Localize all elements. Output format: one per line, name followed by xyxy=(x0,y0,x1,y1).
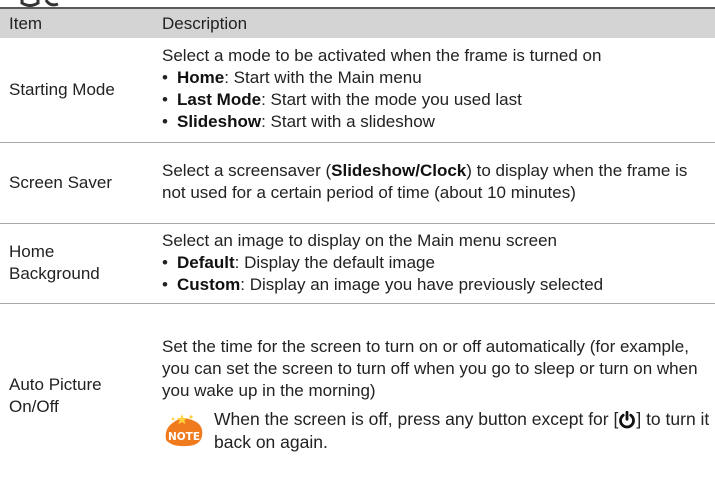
item-cell: Screen Saver xyxy=(0,142,152,224)
description-intro: Select a mode to be activated when the f… xyxy=(162,46,602,66)
bullet-term: Last Mode xyxy=(177,90,262,110)
svg-text:NOTE: NOTE xyxy=(168,431,200,443)
description-cell: Select a mode to be activated when the f… xyxy=(152,38,715,143)
bullet-item: • Last Mode: Start with the mode you used… xyxy=(162,90,522,110)
item-cell: Starting Mode xyxy=(0,38,152,143)
bullet-term: Default xyxy=(177,252,235,272)
item-cell: Auto Picture On/Off xyxy=(9,374,102,416)
header-description: Description xyxy=(152,7,715,38)
note-text: When the screen is off, press any button… xyxy=(214,409,710,453)
power-icon xyxy=(619,411,636,429)
note-box: NOTE When the screen is off, press any b… xyxy=(162,408,711,454)
note-badge-icon: NOTE xyxy=(165,414,203,447)
description-cell: Set the time for the screen to turn on o… xyxy=(152,303,715,488)
bullet-term: Home xyxy=(177,68,225,88)
description-cell: Select an image to display on the Main m… xyxy=(152,223,715,304)
description-intro: Select an image to display on the Main m… xyxy=(162,230,558,250)
option-clock: Clock xyxy=(419,161,467,180)
bullet-term: Custom xyxy=(177,274,241,294)
header-item: Item xyxy=(0,7,152,38)
table-row-screen-saver: Screen Saver Select a screensaver (Slide… xyxy=(0,142,715,224)
table-header-row: Item Description xyxy=(0,7,715,38)
bullet-item: • Custom: Display an image you have previ… xyxy=(162,274,604,294)
description-intro: Set the time for the screen to turn on o… xyxy=(162,337,698,401)
settings-table: Item Description Starting Mode Select a … xyxy=(0,7,715,488)
bullet-item: • Slideshow: Start with a slideshow xyxy=(162,112,435,132)
table-row-starting-mode: Starting Mode Select a mode to be activa… xyxy=(0,38,715,143)
description-cell: Select a screensaver (Slideshow/Clock) t… xyxy=(152,142,715,224)
table-row-home-background: Home Background Select an image to displa… xyxy=(0,223,715,304)
option-slideshow: Slideshow xyxy=(331,161,416,180)
bullet-term: Slideshow xyxy=(177,112,262,132)
table-row-auto-picture: Auto Picture On/Off Set the time for the … xyxy=(0,303,715,488)
bullet-item: • Home: Start with the Main menu xyxy=(162,68,422,88)
item-cell: Home Background xyxy=(0,223,152,304)
bullet-item: • Default: Display the default image xyxy=(162,252,435,272)
